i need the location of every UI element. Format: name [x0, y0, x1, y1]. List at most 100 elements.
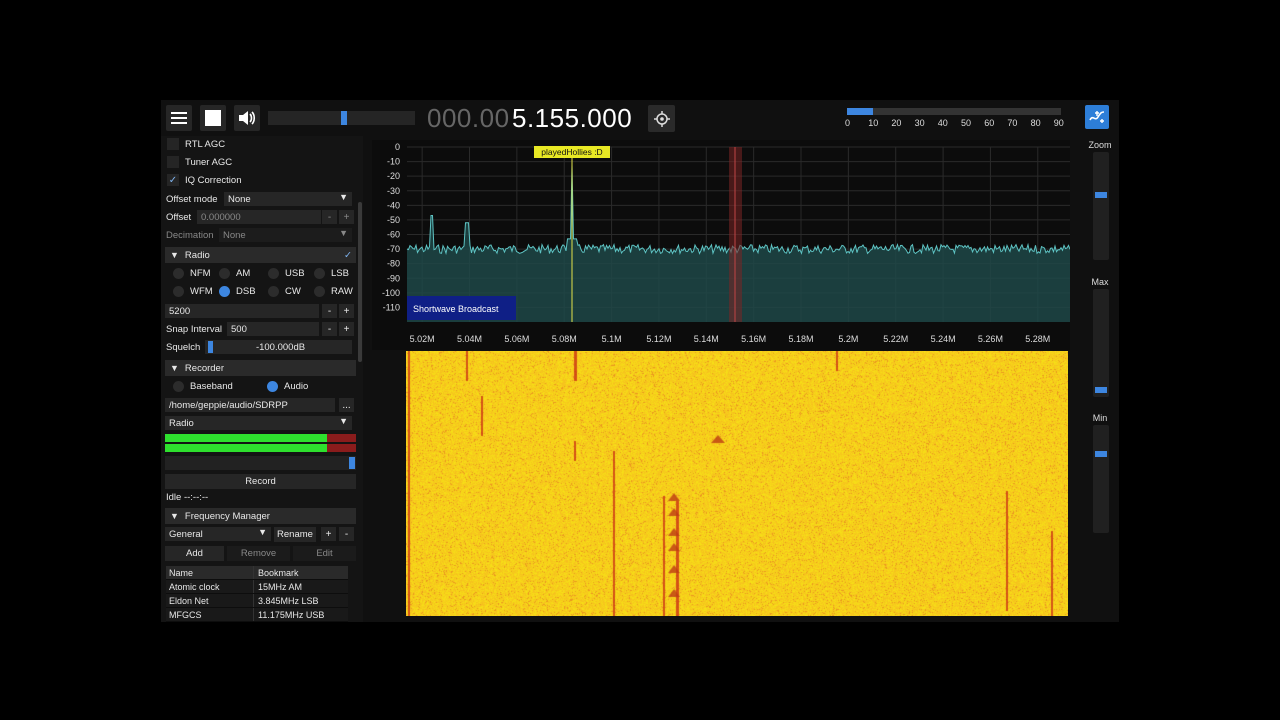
- tuner-agc-label: Tuner AGC: [185, 156, 233, 168]
- remove-bookmark-button[interactable]: Remove: [227, 546, 290, 561]
- recorder-volume-grab[interactable]: [349, 457, 355, 469]
- recorder-status: Idle --:--:--: [166, 492, 209, 503]
- mode-radio-am[interactable]: AM: [219, 268, 250, 279]
- zoom-slider-grab[interactable]: [1095, 192, 1107, 198]
- mode-radio-wfm[interactable]: WFM: [173, 286, 213, 297]
- recorder-section-header[interactable]: ▼ Recorder: [165, 360, 356, 376]
- sdrpp-logo-icon[interactable]: [1085, 105, 1109, 129]
- fft-x-tick-label: 5.22M: [883, 334, 908, 344]
- recorder-audio-radio[interactable]: Audio: [267, 381, 308, 392]
- recorder-path-value: /home/geppie/audio/SDRPP: [169, 399, 288, 411]
- recorder-stream-select[interactable]: Radio ▼: [165, 416, 352, 430]
- bandwidth-value: 5200: [169, 305, 191, 317]
- record-button[interactable]: Record: [165, 474, 356, 489]
- min-slider-grab[interactable]: [1095, 451, 1107, 457]
- recorder-path-input[interactable]: /home/geppie/audio/SDRPP: [165, 398, 335, 412]
- audio-level-meter-right: [165, 444, 356, 452]
- audio-level-meter-left: [165, 434, 356, 442]
- chevron-down-icon: ▼: [339, 192, 348, 202]
- radio-section-header[interactable]: ▼ Radio ✓: [165, 247, 356, 263]
- sidebar-scrollbar-thumb[interactable]: [358, 202, 362, 362]
- mute-button[interactable]: [234, 105, 260, 131]
- table-row[interactable]: MFGCS 11.175MHz USB: [166, 608, 348, 622]
- tuner-agc-checkbox[interactable]: [167, 156, 179, 168]
- recorder-volume-slider[interactable]: [165, 456, 356, 470]
- bookmark-table: Name Bookmark Atomic clock 15MHz AM Eldo…: [166, 566, 348, 622]
- squelch-slider-grab[interactable]: [208, 341, 213, 353]
- bandwidth-minus-button[interactable]: -: [322, 304, 337, 318]
- bandwidth-plus-button[interactable]: +: [339, 304, 354, 318]
- center-tuning-button[interactable]: [648, 105, 675, 132]
- mode-radio-raw[interactable]: RAW: [314, 286, 353, 297]
- offset-plus-button[interactable]: +: [339, 210, 354, 224]
- snr-tick-label: 0: [845, 118, 851, 128]
- table-row[interactable]: Eldon Net 3.845MHz LSB: [166, 594, 348, 608]
- squelch-label: Squelch: [166, 342, 201, 353]
- snr-meter-fill: [847, 108, 873, 115]
- recorder-browse-button[interactable]: ...: [339, 398, 354, 412]
- fft-spectrum[interactable]: 0 -10 -20 -30 -40 -50 -60 -70 -80 -90 -100 -110 5.0…: [372, 140, 1070, 350]
- volume-slider[interactable]: [268, 111, 415, 125]
- max-slider[interactable]: [1093, 289, 1109, 397]
- fft-x-tick-label: 5.16M: [741, 334, 766, 344]
- snap-plus-button[interactable]: +: [339, 322, 354, 336]
- decimation-select[interactable]: None ▼: [219, 228, 352, 242]
- max-slider-grab[interactable]: [1095, 387, 1107, 393]
- collapse-triangle-icon: ▼: [170, 511, 179, 521]
- volume-slider-grab[interactable]: [341, 111, 348, 125]
- edit-bookmark-button[interactable]: Edit: [293, 546, 356, 561]
- fft-y-tick-label: -20: [387, 171, 400, 181]
- rtl-agc-row[interactable]: RTL AGC: [165, 136, 355, 152]
- offset-input[interactable]: 0.000000: [197, 210, 321, 224]
- snr-tick-label: 40: [937, 118, 948, 128]
- snr-tick-label: 10: [868, 118, 879, 128]
- mode-radio-usb[interactable]: USB: [268, 268, 305, 279]
- waterfall[interactable]: [406, 351, 1068, 616]
- mode-radio-lsb[interactable]: LSB: [314, 268, 349, 279]
- mode-radio-nfm[interactable]: NFM: [173, 268, 211, 279]
- mode-radio-dsb[interactable]: DSB: [219, 286, 256, 297]
- frequency-manager-header[interactable]: ▼ Frequency Manager: [165, 508, 356, 524]
- iq-correction-checkbox[interactable]: ✓: [167, 174, 179, 186]
- decimation-value: None: [223, 229, 246, 241]
- tuner-agc-row[interactable]: Tuner AGC: [165, 154, 355, 170]
- recorder-baseband-radio[interactable]: Baseband: [173, 381, 233, 392]
- bookmark-list-select[interactable]: General ▼: [165, 527, 271, 541]
- add-list-button[interactable]: +: [321, 527, 336, 541]
- mode-label: DSB: [236, 286, 256, 297]
- sidebar-scrollbar[interactable]: [357, 136, 363, 622]
- rtl-agc-checkbox[interactable]: [167, 138, 179, 150]
- snr-tick-label: 90: [1053, 118, 1064, 128]
- offset-mode-select[interactable]: None ▼: [224, 192, 352, 206]
- baseband-label: Baseband: [190, 381, 233, 392]
- snap-interval-input[interactable]: 500: [227, 322, 319, 336]
- fft-x-tick-label: 5.02M: [410, 334, 435, 344]
- remove-list-button[interactable]: -: [339, 527, 354, 541]
- fft-y-tick-label: -70: [387, 244, 400, 254]
- table-row[interactable]: Atomic clock 15MHz AM: [166, 580, 348, 594]
- zoom-slider[interactable]: [1093, 152, 1109, 260]
- iq-correction-row[interactable]: ✓ IQ Correction: [165, 172, 355, 188]
- menu-button[interactable]: [166, 105, 192, 131]
- sdr-app-window: 000.00 5.155.000 0 10 20 30 40 50 60 70 80 90 RTL…: [161, 100, 1119, 622]
- frequency-leading-digits[interactable]: 000.00: [427, 103, 510, 134]
- frequency-display[interactable]: 5.155.000: [512, 103, 632, 134]
- rtl-agc-label: RTL AGC: [185, 138, 226, 150]
- snr-tick-label: 30: [914, 118, 925, 128]
- bandwidth-input[interactable]: 5200: [165, 304, 319, 318]
- snap-minus-button[interactable]: -: [322, 322, 337, 336]
- mode-label: NFM: [190, 268, 211, 279]
- fft-y-axis: 0 -10 -20 -30 -40 -50 -60 -70 -80 -90 -100 -110: [382, 142, 400, 312]
- column-header-name[interactable]: Name: [166, 566, 254, 579]
- stop-button[interactable]: [200, 105, 226, 131]
- rename-list-button[interactable]: Rename: [274, 527, 316, 542]
- column-header-bookmark[interactable]: Bookmark: [254, 568, 299, 578]
- fft-x-tick-label: 5.04M: [457, 334, 482, 344]
- offset-minus-button[interactable]: -: [322, 210, 337, 224]
- mode-label: CW: [285, 286, 301, 297]
- fft-y-tick-label: 0: [395, 142, 400, 152]
- squelch-slider[interactable]: -100.000dB: [205, 340, 352, 354]
- min-slider[interactable]: [1093, 425, 1109, 533]
- add-bookmark-button[interactable]: Add: [165, 546, 224, 561]
- mode-radio-cw[interactable]: CW: [268, 286, 301, 297]
